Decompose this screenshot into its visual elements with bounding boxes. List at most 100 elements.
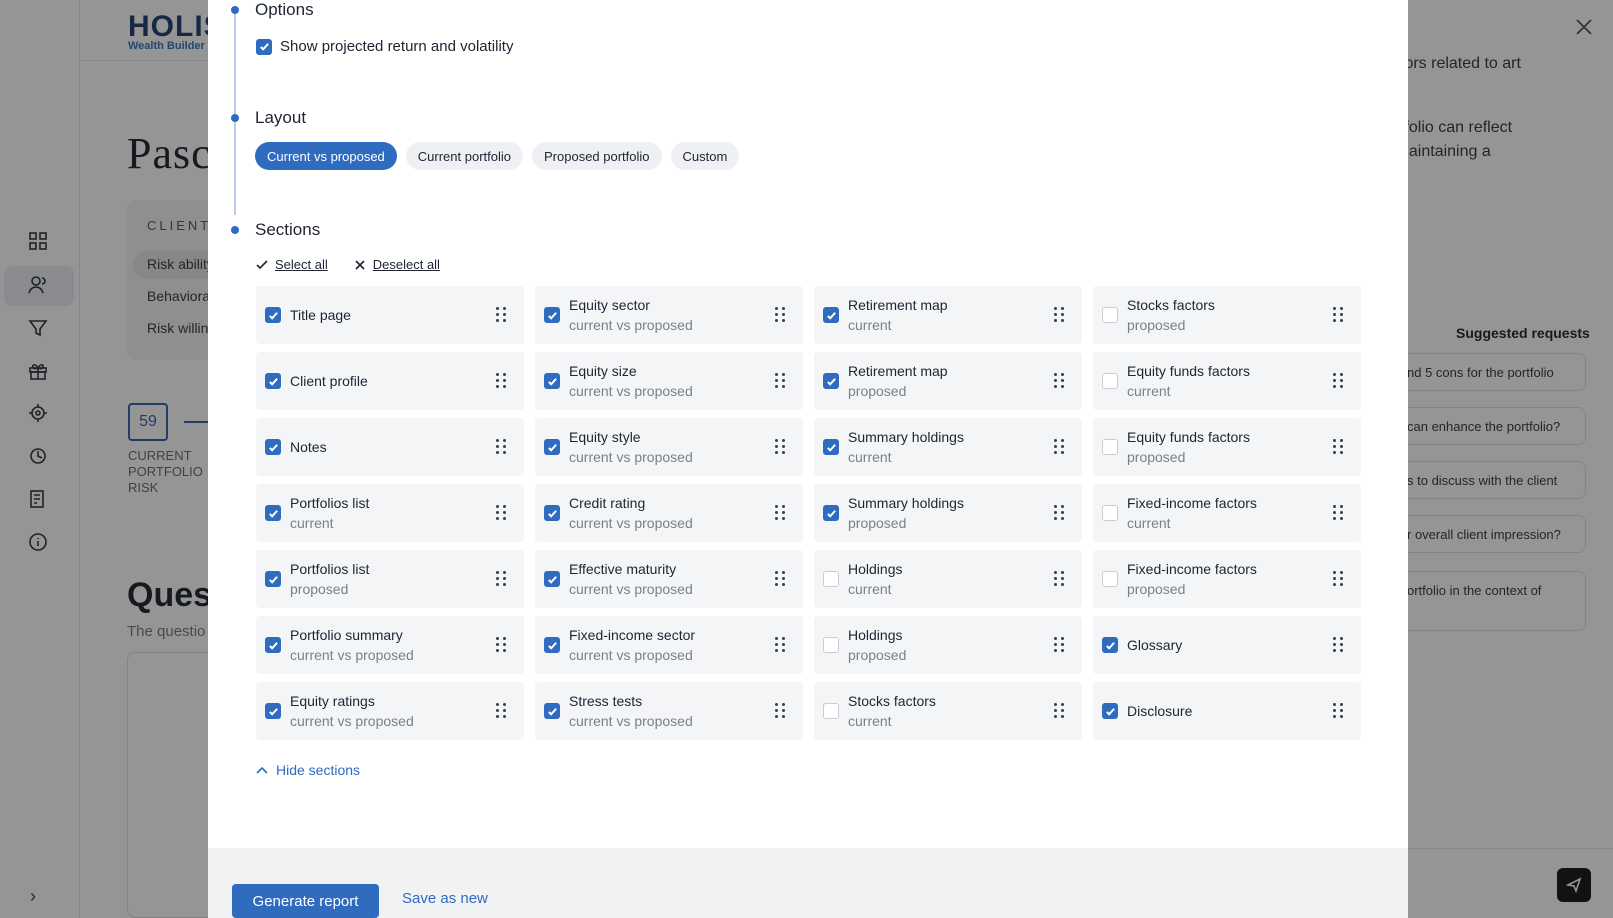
show-projected-checkbox[interactable]	[256, 38, 272, 55]
section-checkbox[interactable]	[265, 637, 281, 653]
drag-handle-icon[interactable]	[496, 637, 510, 653]
drag-handle-icon[interactable]	[1333, 703, 1347, 719]
show-projected-option[interactable]: Show projected return and volatility	[256, 38, 513, 55]
drag-handle-icon[interactable]	[1054, 439, 1068, 455]
section-checkbox[interactable]	[544, 637, 560, 653]
drag-handle-icon[interactable]	[1054, 373, 1068, 389]
section-card[interactable]: Stocks factors proposed	[1093, 286, 1361, 344]
drag-handle-icon[interactable]	[1054, 571, 1068, 587]
section-checkbox[interactable]	[1102, 307, 1118, 323]
section-checkbox[interactable]	[1102, 505, 1118, 521]
section-card[interactable]: Equity size current vs proposed	[535, 352, 803, 410]
section-card[interactable]: Retirement map proposed	[814, 352, 1082, 410]
drag-handle-icon[interactable]	[1333, 307, 1347, 323]
section-card[interactable]: Summary holdings proposed	[814, 484, 1082, 542]
drag-handle-icon[interactable]	[775, 439, 789, 455]
drag-handle-icon[interactable]	[775, 307, 789, 323]
drag-handle-icon[interactable]	[496, 307, 510, 323]
section-checkbox[interactable]	[265, 505, 281, 521]
drag-handle-icon[interactable]	[1054, 703, 1068, 719]
section-checkbox[interactable]	[265, 703, 281, 719]
drag-handle-icon[interactable]	[1333, 505, 1347, 521]
layout-option-custom[interactable]: Custom	[670, 142, 740, 170]
section-card[interactable]: Notes	[256, 418, 524, 476]
drag-handle-icon[interactable]	[1054, 307, 1068, 323]
section-checkbox[interactable]	[823, 703, 839, 719]
section-checkbox[interactable]	[1102, 373, 1118, 389]
section-card[interactable]: Stocks factors current	[814, 682, 1082, 740]
section-name: Retirement map	[848, 363, 948, 379]
section-card[interactable]: Retirement map current	[814, 286, 1082, 344]
section-checkbox[interactable]	[265, 571, 281, 587]
section-checkbox[interactable]	[823, 439, 839, 455]
section-subtitle: current	[848, 581, 892, 597]
close-icon	[355, 259, 365, 270]
drag-handle-icon[interactable]	[1333, 373, 1347, 389]
section-checkbox[interactable]	[823, 505, 839, 521]
section-checkbox[interactable]	[823, 571, 839, 587]
section-card[interactable]: Fixed-income factors current	[1093, 484, 1361, 542]
section-checkbox[interactable]	[544, 439, 560, 455]
section-checkbox[interactable]	[823, 307, 839, 323]
section-card[interactable]: Equity style current vs proposed	[535, 418, 803, 476]
section-card[interactable]: Portfolio summary current vs proposed	[256, 616, 524, 674]
section-card[interactable]: Disclosure	[1093, 682, 1361, 740]
section-card[interactable]: Glossary	[1093, 616, 1361, 674]
section-checkbox[interactable]	[823, 637, 839, 653]
drag-handle-icon[interactable]	[775, 637, 789, 653]
section-card[interactable]: Portfolios list proposed	[256, 550, 524, 608]
section-checkbox[interactable]	[1102, 571, 1118, 587]
hide-sections-link[interactable]: Hide sections	[256, 762, 360, 778]
deselect-all-link[interactable]: Deselect all	[354, 257, 440, 272]
section-checkbox[interactable]	[544, 505, 560, 521]
drag-handle-icon[interactable]	[496, 505, 510, 521]
section-checkbox[interactable]	[544, 373, 560, 389]
drag-handle-icon[interactable]	[775, 703, 789, 719]
drag-handle-icon[interactable]	[1333, 439, 1347, 455]
section-card[interactable]: Stress tests current vs proposed	[535, 682, 803, 740]
drag-handle-icon[interactable]	[775, 373, 789, 389]
section-checkbox[interactable]	[265, 307, 281, 323]
drag-handle-icon[interactable]	[496, 703, 510, 719]
drag-handle-icon[interactable]	[496, 571, 510, 587]
drag-handle-icon[interactable]	[1333, 571, 1347, 587]
section-card[interactable]: Portfolios list current	[256, 484, 524, 542]
section-checkbox[interactable]	[1102, 703, 1118, 719]
section-card[interactable]: Title page	[256, 286, 524, 344]
section-name: Stocks factors	[848, 693, 936, 709]
layout-option-proposed-portfolio[interactable]: Proposed portfolio	[532, 142, 662, 170]
section-checkbox[interactable]	[823, 373, 839, 389]
section-card[interactable]: Effective maturity current vs proposed	[535, 550, 803, 608]
section-card[interactable]: Equity funds factors current	[1093, 352, 1361, 410]
layout-option-current-portfolio[interactable]: Current portfolio	[405, 142, 523, 170]
section-checkbox[interactable]	[544, 703, 560, 719]
section-checkbox[interactable]	[544, 307, 560, 323]
drag-handle-icon[interactable]	[1054, 505, 1068, 521]
close-icon[interactable]	[1573, 16, 1595, 38]
save-as-new-button[interactable]: Save as new	[402, 890, 488, 907]
section-card[interactable]: Credit rating current vs proposed	[535, 484, 803, 542]
section-card[interactable]: Fixed-income factors proposed	[1093, 550, 1361, 608]
section-card[interactable]: Equity ratings current vs proposed	[256, 682, 524, 740]
section-card[interactable]: Fixed-income sector current vs proposed	[535, 616, 803, 674]
drag-handle-icon[interactable]	[496, 439, 510, 455]
generate-report-button[interactable]: Generate report	[232, 884, 379, 918]
section-card[interactable]: Equity sector current vs proposed	[535, 286, 803, 344]
drag-handle-icon[interactable]	[496, 373, 510, 389]
section-card[interactable]: Holdings proposed	[814, 616, 1082, 674]
section-checkbox[interactable]	[1102, 439, 1118, 455]
section-checkbox[interactable]	[1102, 637, 1118, 653]
layout-option-current-vs-proposed[interactable]: Current vs proposed	[255, 142, 397, 170]
section-checkbox[interactable]	[544, 571, 560, 587]
drag-handle-icon[interactable]	[1333, 637, 1347, 653]
drag-handle-icon[interactable]	[775, 505, 789, 521]
section-card[interactable]: Client profile	[256, 352, 524, 410]
select-all-link[interactable]: Select all	[256, 257, 328, 272]
section-card[interactable]: Equity funds factors proposed	[1093, 418, 1361, 476]
section-card[interactable]: Summary holdings current	[814, 418, 1082, 476]
section-checkbox[interactable]	[265, 373, 281, 389]
drag-handle-icon[interactable]	[775, 571, 789, 587]
section-card[interactable]: Holdings current	[814, 550, 1082, 608]
drag-handle-icon[interactable]	[1054, 637, 1068, 653]
section-checkbox[interactable]	[265, 439, 281, 455]
